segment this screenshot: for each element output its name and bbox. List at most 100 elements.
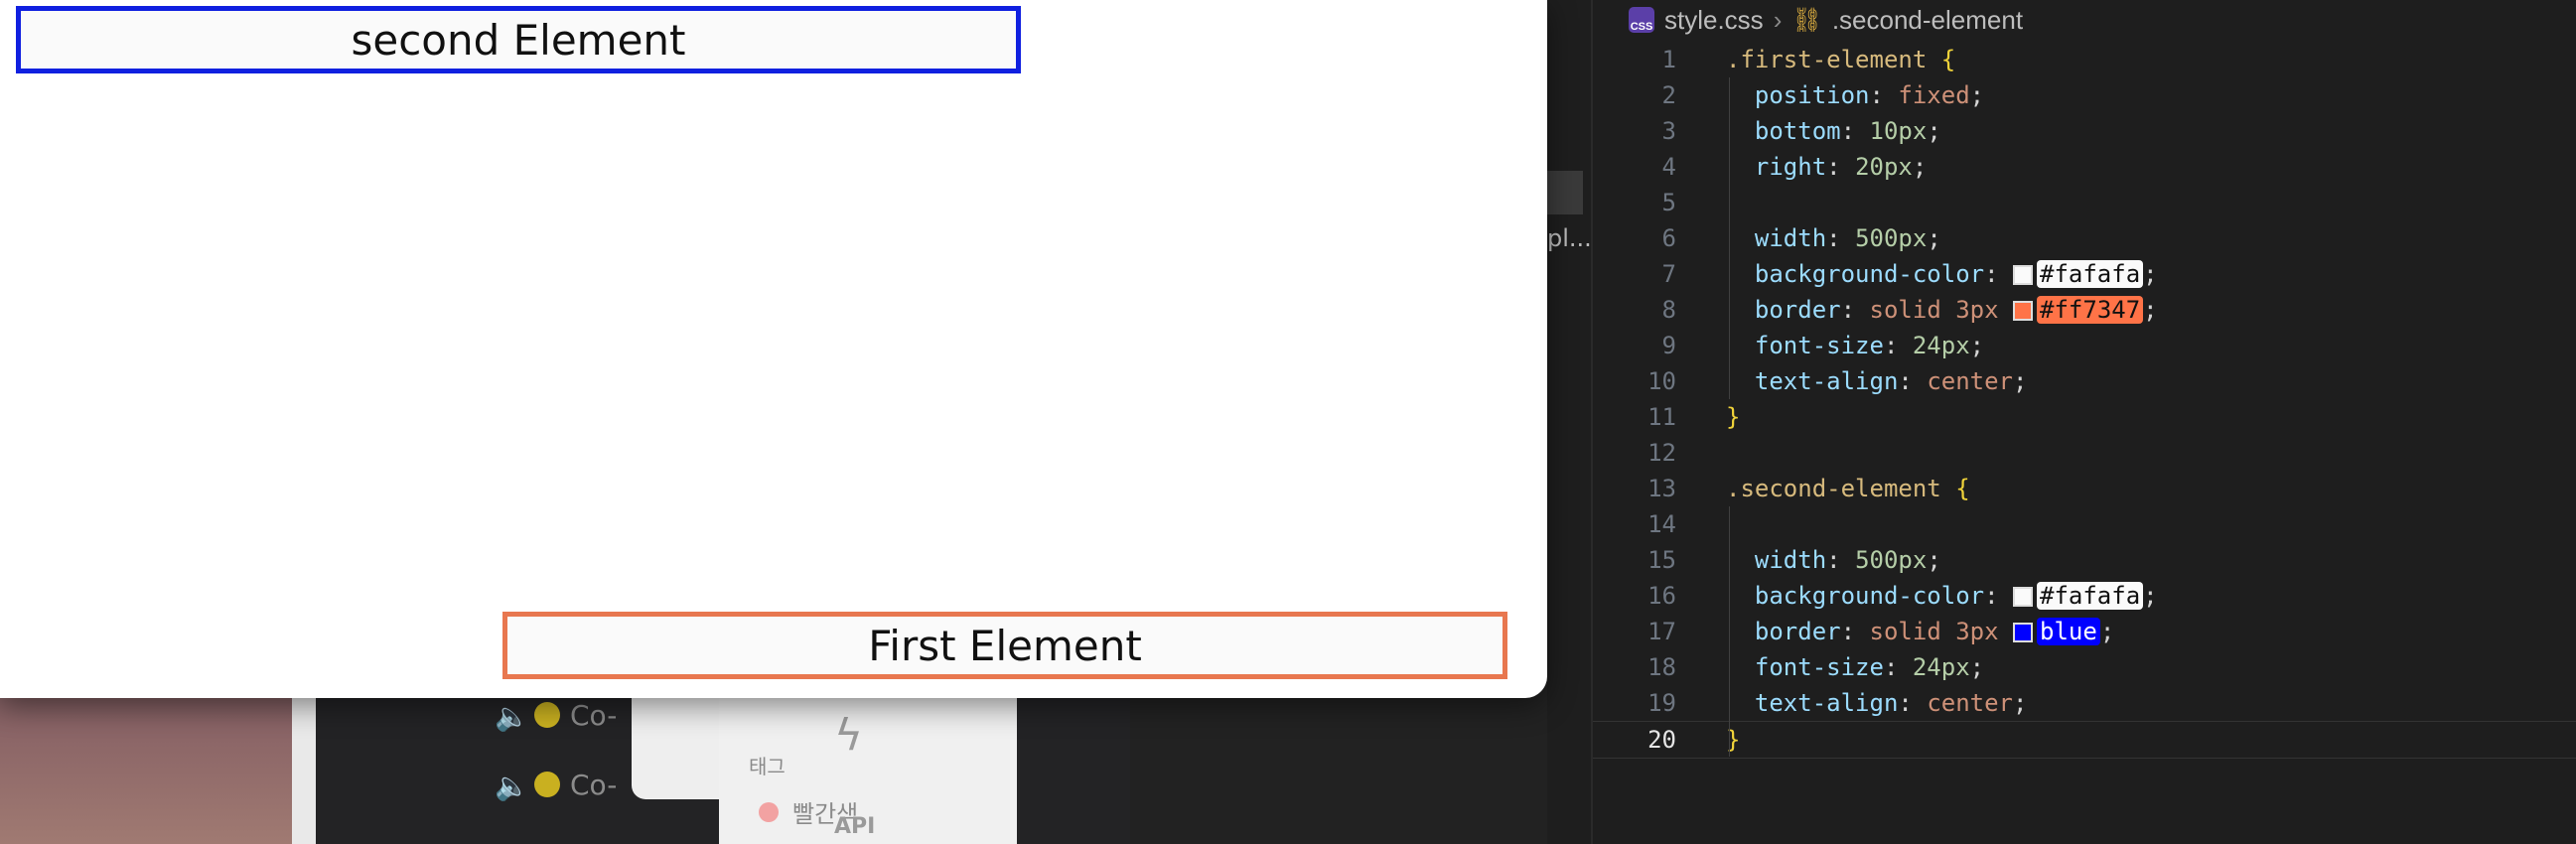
code-line[interactable]: 18 font-size: 24px;	[1593, 649, 2576, 685]
line-number: 15	[1647, 546, 1676, 574]
css-property: font-size	[1754, 332, 1884, 359]
css-property: text-align	[1754, 689, 1899, 717]
css-colon: :	[1883, 332, 1913, 359]
css-semicolon: ;	[2013, 689, 2028, 717]
chevron-right-icon: ›	[1773, 4, 1783, 35]
first-element-box: First Element	[502, 612, 1507, 679]
code-line[interactable]: 9 font-size: 24px;	[1593, 328, 2576, 363]
color-swatch-icon	[2013, 587, 2033, 607]
css-semicolon: ;	[2143, 582, 2158, 610]
css-property: background-color	[1754, 582, 1985, 610]
css-property: font-size	[1754, 653, 1884, 681]
css-selector: .first-element	[1726, 46, 1928, 73]
code-text: }	[1726, 403, 1740, 431]
color-value: #fafafa	[2037, 582, 2144, 610]
css-semicolon: ;	[2013, 367, 2028, 395]
css-property: position	[1754, 81, 1870, 109]
code-line[interactable]: 5	[1593, 185, 2576, 220]
css-semicolon: ;	[1927, 224, 1941, 252]
line-number: 18	[1647, 653, 1676, 681]
css-colon: :	[1826, 546, 1856, 574]
code-line[interactable]: 14	[1593, 506, 2576, 542]
code-line[interactable]: 7 background-color: #fafafa;	[1593, 256, 2576, 292]
code-editor[interactable]: CSS style.css › ⛓ .second-element 1 .firs…	[1591, 0, 2576, 844]
code-line[interactable]: 11}	[1593, 399, 2576, 435]
code-line[interactable]: 20}	[1593, 721, 2576, 759]
speaker-icon: 🔈	[495, 770, 529, 802]
css-semicolon: ;	[1927, 117, 1941, 145]
css-value: solid 3px	[1869, 296, 1999, 324]
css-semicolon: ;	[1969, 81, 1985, 109]
code-line[interactable]: 8 border: solid 3px #ff7347;	[1593, 292, 2576, 328]
css-semicolon: ;	[2143, 296, 2158, 324]
css-number: 500px	[1855, 224, 1928, 252]
line-number: 14	[1647, 510, 1676, 538]
css-file-icon: CSS	[1629, 7, 1654, 33]
css-value: center	[1927, 367, 2014, 395]
css-colon: :	[1883, 653, 1913, 681]
css-value: fixed	[1898, 81, 1970, 109]
code-text: font-size: 24px;	[1726, 653, 1984, 681]
line-number: 4	[1661, 153, 1676, 181]
code-lines[interactable]: 1 .first-element {2 position: fixed; 3 bot…	[1593, 42, 2576, 759]
code-text: .second-element {	[1726, 475, 1970, 502]
line-number: 3	[1661, 117, 1676, 145]
code-text: position: fixed;	[1726, 81, 1984, 109]
code-line[interactable]: 19 text-align: center;	[1593, 685, 2576, 721]
code-line[interactable]: 3 bottom: 10px;	[1593, 113, 2576, 149]
line-number: 16	[1647, 582, 1676, 610]
line-number: 19	[1647, 689, 1676, 717]
line-number: 17	[1647, 618, 1676, 645]
breadcrumb[interactable]: CSS style.css › ⛓ .second-element	[1629, 0, 2023, 40]
code-text: text-align: center;	[1726, 689, 2028, 717]
css-number: 24px	[1912, 653, 1970, 681]
line-number: 7	[1661, 260, 1676, 288]
first-element-text: First Element	[868, 621, 1142, 670]
css-value: center	[1927, 689, 2014, 717]
code-line[interactable]: 4 right: 20px;	[1593, 149, 2576, 185]
css-colon: :	[1898, 689, 1928, 717]
css-colon: :	[1840, 117, 1870, 145]
css-semicolon: ;	[2099, 618, 2115, 645]
css-property: width	[1754, 224, 1827, 252]
breadcrumb-selector[interactable]: .second-element	[1832, 5, 2023, 36]
code-line[interactable]: 15 width: 500px;	[1593, 542, 2576, 578]
css-colon: :	[1840, 618, 1870, 645]
indent-guide	[1729, 77, 1730, 399]
css-property: border	[1754, 296, 1841, 324]
code-line[interactable]: 17 border: solid 3px blue;	[1593, 614, 2576, 649]
background-tab	[1547, 171, 1583, 214]
breadcrumb-file[interactable]: style.css	[1664, 5, 1764, 36]
css-semicolon: ;	[1927, 546, 1941, 574]
line-number: 9	[1661, 332, 1676, 359]
css-colon: :	[1869, 81, 1899, 109]
code-line[interactable]: 6 width: 500px;	[1593, 220, 2576, 256]
code-text: border: solid 3px blue;	[1726, 618, 2114, 645]
second-element-box: second Element	[16, 6, 1021, 73]
css-brace: {	[1955, 475, 1970, 502]
line-number: 10	[1647, 367, 1676, 395]
code-text: bottom: 10px;	[1726, 117, 1941, 145]
lightning-icon: ϟ	[834, 710, 864, 761]
css-selector: .second-element	[1726, 475, 1941, 502]
speaker-icon: 🔈	[495, 700, 529, 733]
line-number: 11	[1647, 403, 1676, 431]
code-text: .first-element {	[1726, 46, 1955, 73]
css-value: solid 3px	[1869, 618, 1999, 645]
css-brace: {	[1940, 46, 1956, 73]
line-number: 20	[1647, 726, 1676, 754]
line-number: 1	[1661, 46, 1676, 73]
code-line[interactable]: 12	[1593, 435, 2576, 471]
code-line[interactable]: 16 background-color: #fafafa;	[1593, 578, 2576, 614]
background-list-item: 🔈 Co-	[495, 765, 617, 804]
css-colon: :	[1826, 224, 1856, 252]
code-line[interactable]: 13 .second-element {	[1593, 471, 2576, 506]
code-line[interactable]: 10 text-align: center;	[1593, 363, 2576, 399]
code-text: width: 500px;	[1726, 224, 1941, 252]
code-line[interactable]: 1 .first-element {	[1593, 42, 2576, 77]
line-number: 8	[1661, 296, 1676, 324]
line-number: 13	[1647, 475, 1676, 502]
code-line[interactable]: 2 position: fixed;	[1593, 77, 2576, 113]
color-swatch-icon	[2013, 623, 2034, 642]
line-number: 6	[1661, 224, 1676, 252]
